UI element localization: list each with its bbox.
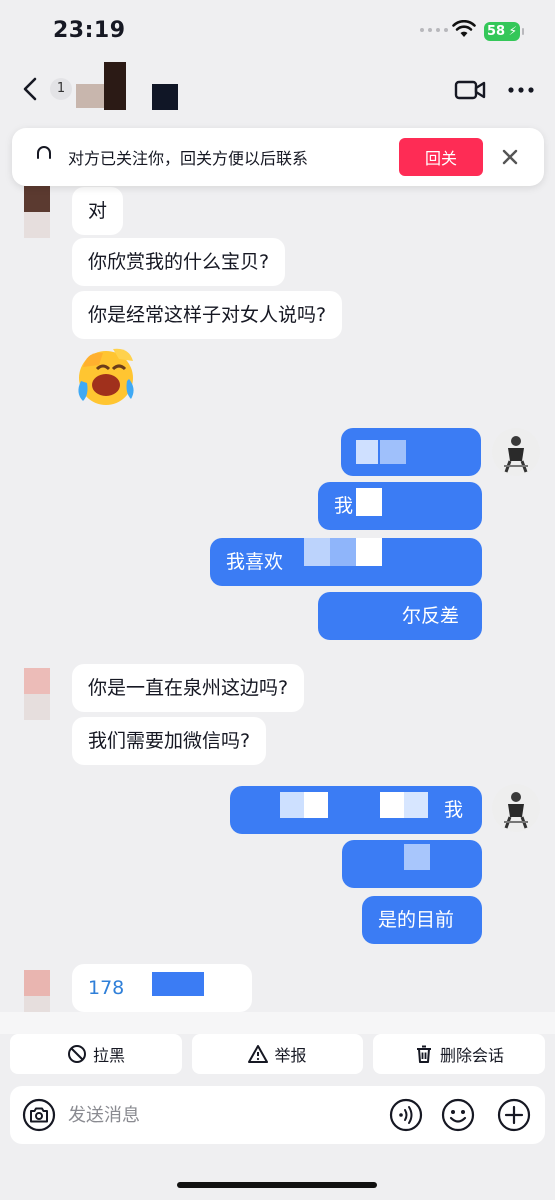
message-text: 我 (444, 799, 464, 821)
contact-name-mosaic[interactable] (76, 60, 186, 110)
status-time: 23:19 (53, 18, 126, 43)
signal-icon (420, 28, 448, 32)
block-label: 拉黑 (92, 1046, 125, 1065)
voice-message-icon[interactable] (388, 1097, 424, 1133)
phone-number-text[interactable]: 178 (88, 977, 124, 999)
add-attachment-icon[interactable] (496, 1097, 532, 1133)
more-options-button[interactable] (505, 76, 537, 104)
back-button[interactable] (16, 74, 46, 104)
message-bubble-outgoing[interactable]: 我 (230, 786, 482, 834)
close-icon[interactable] (498, 145, 522, 169)
trash-icon (416, 1045, 431, 1063)
block-button[interactable]: 拉黑 (10, 1034, 182, 1074)
warning-icon (248, 1045, 269, 1063)
delete-conversation-button[interactable]: 删除会话 (373, 1034, 545, 1074)
contact-avatar[interactable] (24, 186, 50, 238)
delete-label: 删除会话 (439, 1046, 504, 1065)
message-text: 我喜欢 (226, 551, 284, 573)
report-label: 举报 (274, 1046, 307, 1065)
person-icon (492, 428, 540, 476)
message-text: 尔反差 (402, 605, 460, 627)
follow-icon (37, 146, 51, 159)
message-bubble-outgoing[interactable]: 是的目前 (362, 896, 482, 944)
contact-avatar[interactable] (24, 668, 50, 720)
wifi-icon (452, 20, 476, 37)
follow-back-button[interactable]: 回关 (399, 138, 483, 176)
camera-icon[interactable] (22, 1098, 56, 1132)
emoji-icon[interactable] (440, 1097, 476, 1133)
block-icon (67, 1045, 86, 1063)
chat-header: 1 (0, 60, 555, 120)
message-text: 我 (334, 495, 354, 517)
message-bubble-incoming[interactable]: 你是经常这样子对女人说吗? (72, 291, 343, 339)
battery-indicator: 58 ⚡ (484, 22, 524, 41)
charging-icon: ⚡ (508, 24, 517, 38)
message-bubble-outgoing[interactable]: 我 (318, 482, 482, 530)
person-icon (492, 784, 540, 832)
message-text: 是的目前 (378, 909, 455, 931)
message-bubble-incoming[interactable]: 我们需要加微信吗? (72, 717, 267, 765)
battery-level: 58 (487, 24, 506, 39)
video-call-button[interactable] (454, 76, 486, 104)
my-avatar[interactable] (492, 428, 540, 476)
follow-back-banner: 对方已关注你，回关方便以后联系 回关 (12, 128, 544, 186)
message-composer (10, 1086, 545, 1144)
message-bubble-incoming[interactable]: 对 (72, 187, 124, 235)
banner-text: 对方已关注你，回关方便以后联系 (68, 149, 309, 168)
home-indicator (177, 1182, 377, 1188)
unread-count-badge: 1 (50, 78, 72, 100)
message-bubble-incoming[interactable]: 你欣赏我的什么宝贝? (72, 238, 286, 286)
message-bubble-outgoing[interactable]: 尔反差 (318, 592, 482, 640)
message-input[interactable] (68, 1100, 368, 1130)
message-bubble-incoming[interactable]: 你是一直在泉州这边吗? (72, 664, 305, 712)
my-avatar[interactable] (492, 784, 540, 832)
status-bar: 23:19 58 ⚡ (0, 0, 555, 60)
crying-laughing-emoji[interactable] (73, 345, 139, 407)
report-button[interactable]: 举报 (192, 1034, 363, 1074)
